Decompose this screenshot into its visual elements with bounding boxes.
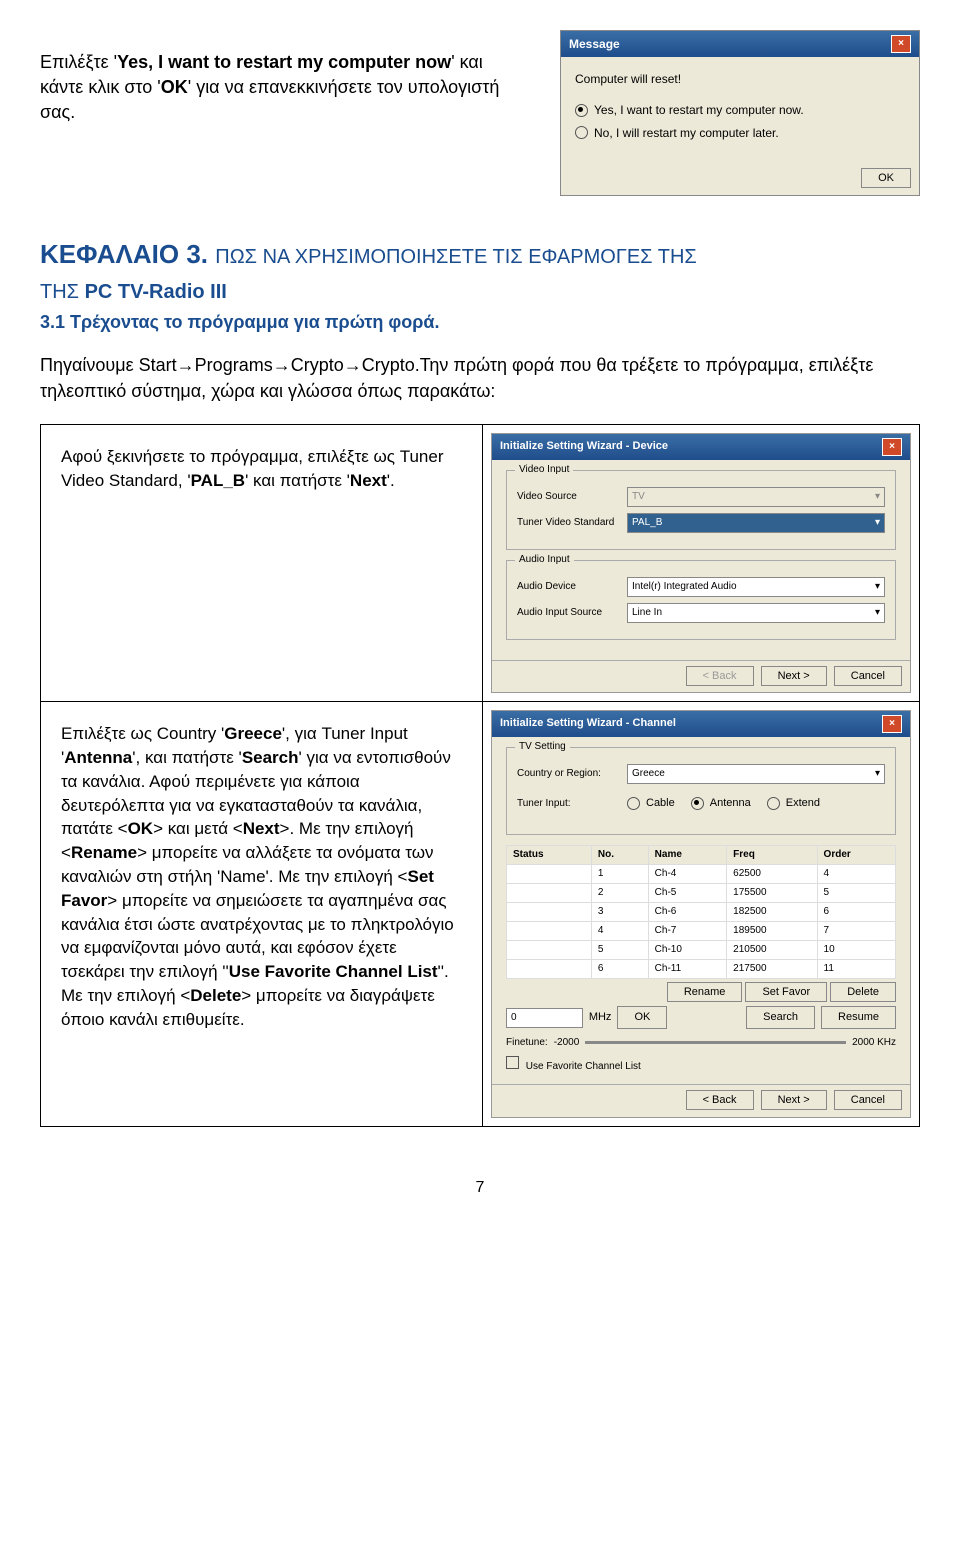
wizard-title: Initialize Setting Wizard - Device: [500, 439, 668, 454]
cancel-button[interactable]: Cancel: [834, 1090, 902, 1110]
tuner-video-standard-dropdown[interactable]: PAL_B▾: [627, 513, 885, 533]
finetune-slider[interactable]: [585, 1041, 846, 1044]
ok-button[interactable]: OK: [861, 168, 911, 188]
next-button[interactable]: Next >: [761, 1090, 827, 1110]
close-icon[interactable]: ×: [882, 715, 902, 733]
close-icon[interactable]: ×: [882, 438, 902, 456]
rename-button[interactable]: Rename: [667, 982, 743, 1002]
th-no: No.: [591, 845, 648, 864]
mhz-label: MHz: [589, 1010, 612, 1025]
th-name: Name: [648, 845, 726, 864]
table-row[interactable]: 2Ch-51755005: [507, 883, 896, 902]
channel-table[interactable]: Status No. Name Freq Order 1Ch-46250042C…: [506, 845, 896, 979]
group-audio-input: Audio Input: [515, 553, 574, 567]
audio-device-dropdown[interactable]: Intel(r) Integrated Audio▾: [627, 577, 885, 597]
chevron-down-icon: ▾: [875, 767, 880, 781]
chevron-down-icon: ▾: [875, 490, 880, 504]
label-country: Country or Region:: [517, 767, 627, 781]
message-dialog: Message × Computer will reset! Yes, I wa…: [560, 30, 920, 196]
th-status: Status: [507, 845, 592, 864]
label-tuner-video-standard: Tuner Video Standard: [517, 516, 627, 530]
table-row[interactable]: 3Ch-61825006: [507, 902, 896, 921]
page-number: 7: [40, 1177, 920, 1199]
instruction-paragraph: Πηγαίνουμε Start→Programs→Crypto→Crypto.…: [40, 353, 920, 403]
radio-antenna[interactable]: Antenna: [691, 796, 751, 811]
close-icon[interactable]: ×: [891, 35, 911, 53]
radio-extend[interactable]: Extend: [767, 796, 820, 811]
th-order: Order: [817, 845, 895, 864]
wizard-device-dialog: Initialize Setting Wizard - Device × Vid…: [491, 433, 911, 693]
next-button[interactable]: Next >: [761, 666, 827, 686]
table-row[interactable]: 1Ch-4625004: [507, 864, 896, 883]
radio-icon: [575, 104, 588, 117]
finetune-hi: 2000 KHz: [852, 1036, 896, 1050]
chevron-down-icon: ▾: [875, 580, 880, 594]
back-button[interactable]: < Back: [686, 1090, 754, 1110]
radio-restart-now[interactable]: Yes, I want to restart my computer now.: [575, 102, 905, 119]
th-freq: Freq: [727, 845, 817, 864]
radio-restart-later[interactable]: No, I will restart my computer later.: [575, 125, 905, 142]
back-button: < Back: [686, 666, 754, 686]
row1-text: Αφού ξεκινήσετε το πρόγραμμα, επιλέξτε ω…: [41, 425, 483, 701]
radio-label: Yes, I want to restart my computer now.: [594, 102, 804, 119]
table-row[interactable]: 4Ch-71895007: [507, 921, 896, 940]
wizard-channel-dialog: Initialize Setting Wizard - Channel × TV…: [491, 710, 911, 1118]
section-title: 3.1 Τρέχοντας το πρόγραμμα για πρώτη φορ…: [40, 310, 920, 335]
radio-label: No, I will restart my computer later.: [594, 125, 779, 142]
chevron-down-icon: ▾: [875, 606, 880, 620]
audio-input-source-dropdown[interactable]: Line In▾: [627, 603, 885, 623]
freq-input[interactable]: 0: [506, 1008, 583, 1028]
use-favorite-checkbox[interactable]: [506, 1056, 519, 1069]
group-video-input: Video Input: [515, 463, 573, 477]
use-favorite-label: Use Favorite Channel List: [526, 1061, 641, 1072]
cancel-button[interactable]: Cancel: [834, 666, 902, 686]
finetune-label: Finetune:: [506, 1036, 548, 1050]
country-dropdown[interactable]: Greece▾: [627, 764, 885, 784]
chapter-title: ΚΕΦΑΛΑΙΟ 3. ΠΩΣ ΝΑ ΧΡΗΣΙΜΟΠΟΙΗΣΕΤΕ ΤΙΣ Ε…: [40, 236, 920, 272]
row2-text: Επιλέξτε ως Country 'Greece', για Tuner …: [41, 702, 483, 1126]
radio-icon: [575, 126, 588, 139]
dialog-title: Message: [569, 36, 620, 53]
table-row[interactable]: 5Ch-1021050010: [507, 940, 896, 959]
video-source-dropdown[interactable]: TV▾: [627, 487, 885, 507]
dialog-message: Computer will reset!: [575, 71, 905, 88]
chapter-subtitle: ΤΗΣ PC TV-Radio III: [40, 278, 920, 306]
wizard-title: Initialize Setting Wizard - Channel: [500, 716, 676, 731]
label-tuner-input: Tuner Input:: [517, 797, 627, 811]
label-audio-device: Audio Device: [517, 580, 627, 594]
group-tv-setting: TV Setting: [515, 740, 570, 754]
ok-button[interactable]: OK: [617, 1006, 667, 1029]
set-favor-button[interactable]: Set Favor: [745, 982, 827, 1002]
intro-paragraph: Επιλέξτε 'Yes, I want to restart my comp…: [40, 30, 520, 196]
chevron-down-icon: ▾: [875, 516, 880, 530]
radio-cable[interactable]: Cable: [627, 796, 675, 811]
table-row[interactable]: 6Ch-1121750011: [507, 959, 896, 978]
dialog-titlebar: Message ×: [561, 31, 919, 57]
resume-button[interactable]: Resume: [821, 1006, 896, 1029]
finetune-lo: -2000: [554, 1036, 580, 1050]
label-video-source: Video Source: [517, 490, 627, 504]
label-audio-input-source: Audio Input Source: [517, 606, 627, 620]
search-button[interactable]: Search: [746, 1006, 815, 1029]
delete-button[interactable]: Delete: [830, 982, 896, 1002]
